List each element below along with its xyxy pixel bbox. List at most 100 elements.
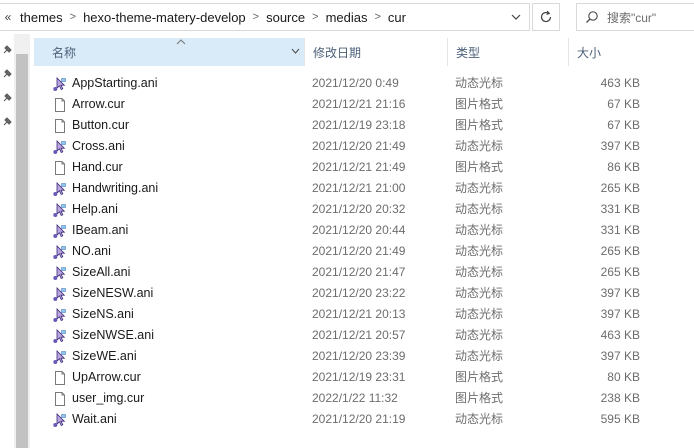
file-type: 动态光标 <box>455 349 504 363</box>
file-size: 463 KB <box>600 328 640 342</box>
file-name: Arrow.cur <box>72 97 125 111</box>
column-name-label: 名称 <box>52 45 77 60</box>
search-input[interactable]: 搜索"cur" <box>607 9 656 26</box>
file-row[interactable]: AppStarting.ani 2021/12/20 0:49 动态光标 463 KB <box>30 73 694 94</box>
column-type-label: 类型 <box>456 45 481 60</box>
file-size: 595 KB <box>600 412 640 426</box>
animated-cursor-icon <box>52 76 68 92</box>
scrollbar-thumb[interactable] <box>16 54 28 448</box>
breadcrumb-medias[interactable]: medias <box>322 10 372 25</box>
pin-icon <box>3 69 12 78</box>
animated-cursor-icon <box>52 223 68 239</box>
address-bar[interactable]: « themes > hexo-theme-matery-develop > s… <box>0 3 530 31</box>
file-name: Cross.ani <box>72 139 125 153</box>
file-type: 动态光标 <box>455 244 504 258</box>
column-size[interactable]: 大小 <box>569 38 694 66</box>
file-size: 397 KB <box>600 286 640 300</box>
file-row[interactable]: SizeNWSE.ani 2021/12/21 20:57 动态光标 463 KB <box>30 325 694 346</box>
file-row[interactable]: UpArrow.cur 2021/12/19 23:31 图片格式 80 KB <box>30 367 694 388</box>
document-icon <box>52 370 68 386</box>
file-modified-date: 2022/1/22 11:32 <box>312 391 398 405</box>
file-name: user_img.cur <box>72 391 145 405</box>
file-modified-date: 2021/12/20 23:22 <box>312 286 406 300</box>
file-size: 397 KB <box>600 349 640 363</box>
file-size: 331 KB <box>600 223 640 237</box>
document-icon <box>52 97 68 113</box>
file-modified-date: 2021/12/20 21:49 <box>312 244 406 258</box>
file-modified-date: 2021/12/21 20:13 <box>312 307 406 321</box>
animated-cursor-icon <box>52 181 68 197</box>
file-type: 图片格式 <box>455 97 504 111</box>
animated-cursor-icon <box>52 412 68 428</box>
file-row[interactable]: NO.ani 2021/12/20 21:49 动态光标 265 KB <box>30 241 694 262</box>
file-modified-date: 2021/12/20 21:47 <box>312 265 406 279</box>
search-icon <box>577 10 607 24</box>
file-modified-date: 2021/12/19 23:31 <box>312 370 406 384</box>
file-size: 397 KB <box>600 307 640 321</box>
file-modified-date: 2021/12/20 0:49 <box>312 76 399 90</box>
search-box[interactable]: 搜索"cur" <box>576 3 694 31</box>
breadcrumb-separator-icon[interactable]: > <box>309 11 321 23</box>
refresh-button[interactable] <box>532 3 560 31</box>
file-name: UpArrow.cur <box>72 370 141 384</box>
file-name: Button.cur <box>72 118 129 132</box>
pin-icon <box>3 93 12 102</box>
file-size: 67 KB <box>607 118 640 132</box>
breadcrumb-separator-icon[interactable]: > <box>67 11 79 23</box>
file-name: AppStarting.ani <box>72 76 158 90</box>
column-type[interactable]: 类型 <box>448 38 568 66</box>
sort-ascending-icon <box>176 39 186 45</box>
file-size: 80 KB <box>607 370 640 384</box>
file-name: Help.ani <box>72 202 118 216</box>
breadcrumb-separator-icon[interactable]: > <box>371 11 383 23</box>
file-row[interactable]: user_img.cur 2022/1/22 11:32 图片格式 238 KB <box>30 388 694 409</box>
navigation-pane <box>0 34 14 448</box>
file-type: 图片格式 <box>455 370 504 384</box>
breadcrumb-hexo-theme[interactable]: hexo-theme-matery-develop <box>79 10 250 25</box>
file-modified-date: 2021/12/20 20:44 <box>312 223 406 237</box>
file-row[interactable]: Arrow.cur 2021/12/21 21:16 图片格式 67 KB <box>30 94 694 115</box>
address-history-dropdown-icon[interactable] <box>503 4 529 30</box>
breadcrumb-separator-icon[interactable]: > <box>250 11 262 23</box>
file-row[interactable]: SizeAll.ani 2021/12/20 21:47 动态光标 265 KB <box>30 262 694 283</box>
file-row[interactable]: Hand.cur 2021/12/21 21:49 图片格式 86 KB <box>30 157 694 178</box>
column-name[interactable]: 名称 <box>34 38 304 66</box>
file-list: AppStarting.ani 2021/12/20 0:49 动态光标 463 KB… <box>30 73 694 430</box>
animated-cursor-icon <box>52 286 68 302</box>
file-modified-date: 2021/12/19 23:18 <box>312 118 406 132</box>
file-row[interactable]: Wait.ani 2021/12/20 21:19 动态光标 595 KB <box>30 409 694 430</box>
animated-cursor-icon <box>52 139 68 155</box>
file-row[interactable]: Button.cur 2021/12/19 23:18 图片格式 67 KB <box>30 115 694 136</box>
column-size-label: 大小 <box>577 45 602 60</box>
file-modified-date: 2021/12/21 21:49 <box>312 160 406 174</box>
file-row[interactable]: Cross.ani 2021/12/20 21:49 动态光标 397 KB <box>30 136 694 157</box>
file-name: Hand.cur <box>72 160 123 174</box>
breadcrumb-themes[interactable]: themes <box>16 10 67 25</box>
file-name: SizeAll.ani <box>72 265 131 279</box>
file-name: Handwriting.ani <box>72 181 159 195</box>
file-row[interactable]: IBeam.ani 2021/12/20 20:44 动态光标 331 KB <box>30 220 694 241</box>
file-row[interactable]: SizeNESW.ani 2021/12/20 23:22 动态光标 397 KB <box>30 283 694 304</box>
file-type: 动态光标 <box>455 412 504 426</box>
animated-cursor-icon <box>52 328 68 344</box>
breadcrumb-source[interactable]: source <box>262 10 309 25</box>
file-modified-date: 2021/12/20 20:32 <box>312 202 406 216</box>
file-size: 265 KB <box>600 181 640 195</box>
column-filter-dropdown-icon[interactable] <box>291 48 300 54</box>
file-name: SizeNS.ani <box>72 307 134 321</box>
document-icon <box>52 391 68 407</box>
file-row[interactable]: Handwriting.ani 2021/12/21 21:00 动态光标 265 K… <box>30 178 694 199</box>
file-type: 动态光标 <box>455 328 504 342</box>
file-row[interactable]: SizeNS.ani 2021/12/21 20:13 动态光标 397 KB <box>30 304 694 325</box>
file-row[interactable]: SizeWE.ani 2021/12/20 23:39 动态光标 397 KB <box>30 346 694 367</box>
column-date[interactable]: 修改日期 <box>305 38 447 66</box>
file-name: SizeNWSE.ani <box>72 328 154 342</box>
file-type: 动态光标 <box>455 202 504 216</box>
file-name: SizeWE.ani <box>72 349 137 363</box>
column-header: 名称 修改日期 类型 大小 <box>30 38 694 66</box>
file-name: IBeam.ani <box>72 223 129 237</box>
file-modified-date: 2021/12/20 21:19 <box>312 412 406 426</box>
overflow-chevron-icon[interactable]: « <box>0 10 16 24</box>
breadcrumb-cur[interactable]: cur <box>384 10 410 25</box>
file-row[interactable]: Help.ani 2021/12/20 20:32 动态光标 331 KB <box>30 199 694 220</box>
